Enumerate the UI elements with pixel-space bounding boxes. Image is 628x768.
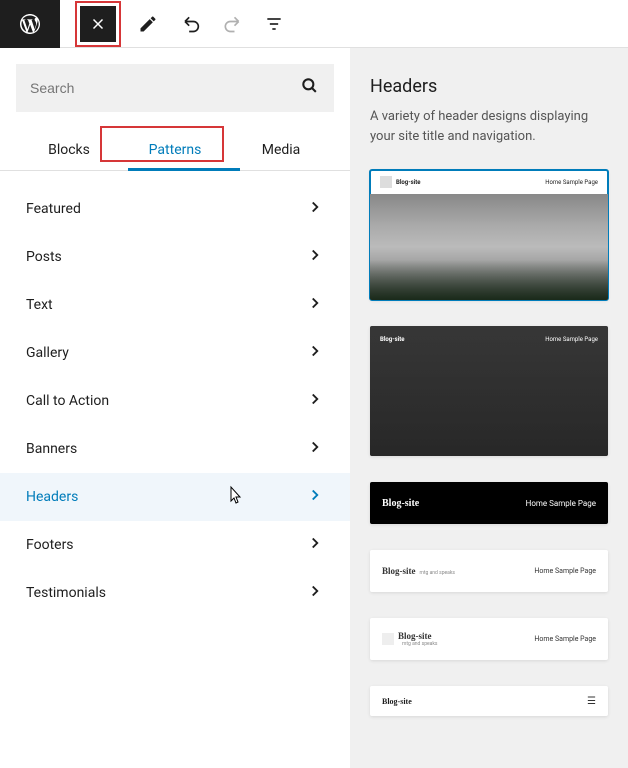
pattern-preview[interactable]: Blog-sitemtg and speaks Home Sample Page <box>370 618 608 660</box>
category-label: Call to Action <box>26 393 109 409</box>
wordpress-logo[interactable] <box>0 0 60 48</box>
category-call-to-action[interactable]: Call to Action <box>0 377 350 425</box>
top-toolbar <box>0 0 628 48</box>
category-label: Banners <box>26 441 77 457</box>
inserter-panel: Blocks Patterns Media Featured Posts Tex… <box>0 48 350 768</box>
category-footers[interactable]: Footers <box>0 521 350 569</box>
chevron-right-icon <box>306 534 324 556</box>
category-label: Footers <box>26 537 74 553</box>
category-banners[interactable]: Banners <box>0 425 350 473</box>
search-input[interactable] <box>30 80 300 96</box>
category-label: Testimonials <box>26 585 106 601</box>
search-box[interactable] <box>16 64 334 112</box>
pattern-preview[interactable]: Blog-site Home Sample Page <box>370 170 608 300</box>
search-icon <box>300 76 320 100</box>
category-testimonials[interactable]: Testimonials <box>0 569 350 617</box>
category-label: Headers <box>26 489 78 505</box>
category-label: Featured <box>26 201 81 217</box>
tab-patterns[interactable]: Patterns <box>122 128 228 170</box>
category-posts[interactable]: Posts <box>0 233 350 281</box>
chevron-right-icon <box>306 438 324 460</box>
inserter-tabs: Blocks Patterns Media <box>0 128 350 171</box>
tab-underline <box>128 168 240 171</box>
pattern-preview[interactable]: Blog-site ☰ <box>370 686 608 716</box>
category-text[interactable]: Text <box>0 281 350 329</box>
category-label: Gallery <box>26 345 69 361</box>
chevron-right-icon <box>306 390 324 412</box>
chevron-right-icon <box>306 342 324 364</box>
category-label: Posts <box>26 249 62 265</box>
category-headers[interactable]: Headers <box>0 473 350 521</box>
pattern-categories: Featured Posts Text Gallery Call to Acti… <box>0 171 350 631</box>
chevron-right-icon <box>306 294 324 316</box>
category-featured[interactable]: Featured <box>0 185 350 233</box>
chevron-right-icon <box>306 582 324 604</box>
tab-media[interactable]: Media <box>228 128 334 170</box>
undo-icon[interactable] <box>178 12 202 36</box>
pattern-preview[interactable]: Blog-site Home Sample Page <box>370 326 608 456</box>
pattern-preview[interactable]: Blog-sitemtg and speaks Home Sample Page <box>370 550 608 592</box>
chevron-right-icon <box>306 246 324 268</box>
tab-blocks[interactable]: Blocks <box>16 128 122 170</box>
redo-icon <box>220 12 244 36</box>
category-gallery[interactable]: Gallery <box>0 329 350 377</box>
chevron-right-icon <box>306 486 324 508</box>
pattern-preview[interactable]: Blog-site Home Sample Page <box>370 482 608 524</box>
close-inserter-button[interactable] <box>80 6 116 42</box>
hamburger-icon: ☰ <box>587 696 596 707</box>
pattern-preview-panel: Headers A variety of header designs disp… <box>350 48 628 768</box>
category-label: Text <box>26 297 53 313</box>
preview-title: Headers <box>370 76 608 97</box>
tools-icon[interactable] <box>136 12 160 36</box>
chevron-right-icon <box>306 198 324 220</box>
document-overview-icon[interactable] <box>262 12 286 36</box>
preview-description: A variety of header designs displaying y… <box>370 107 608 146</box>
